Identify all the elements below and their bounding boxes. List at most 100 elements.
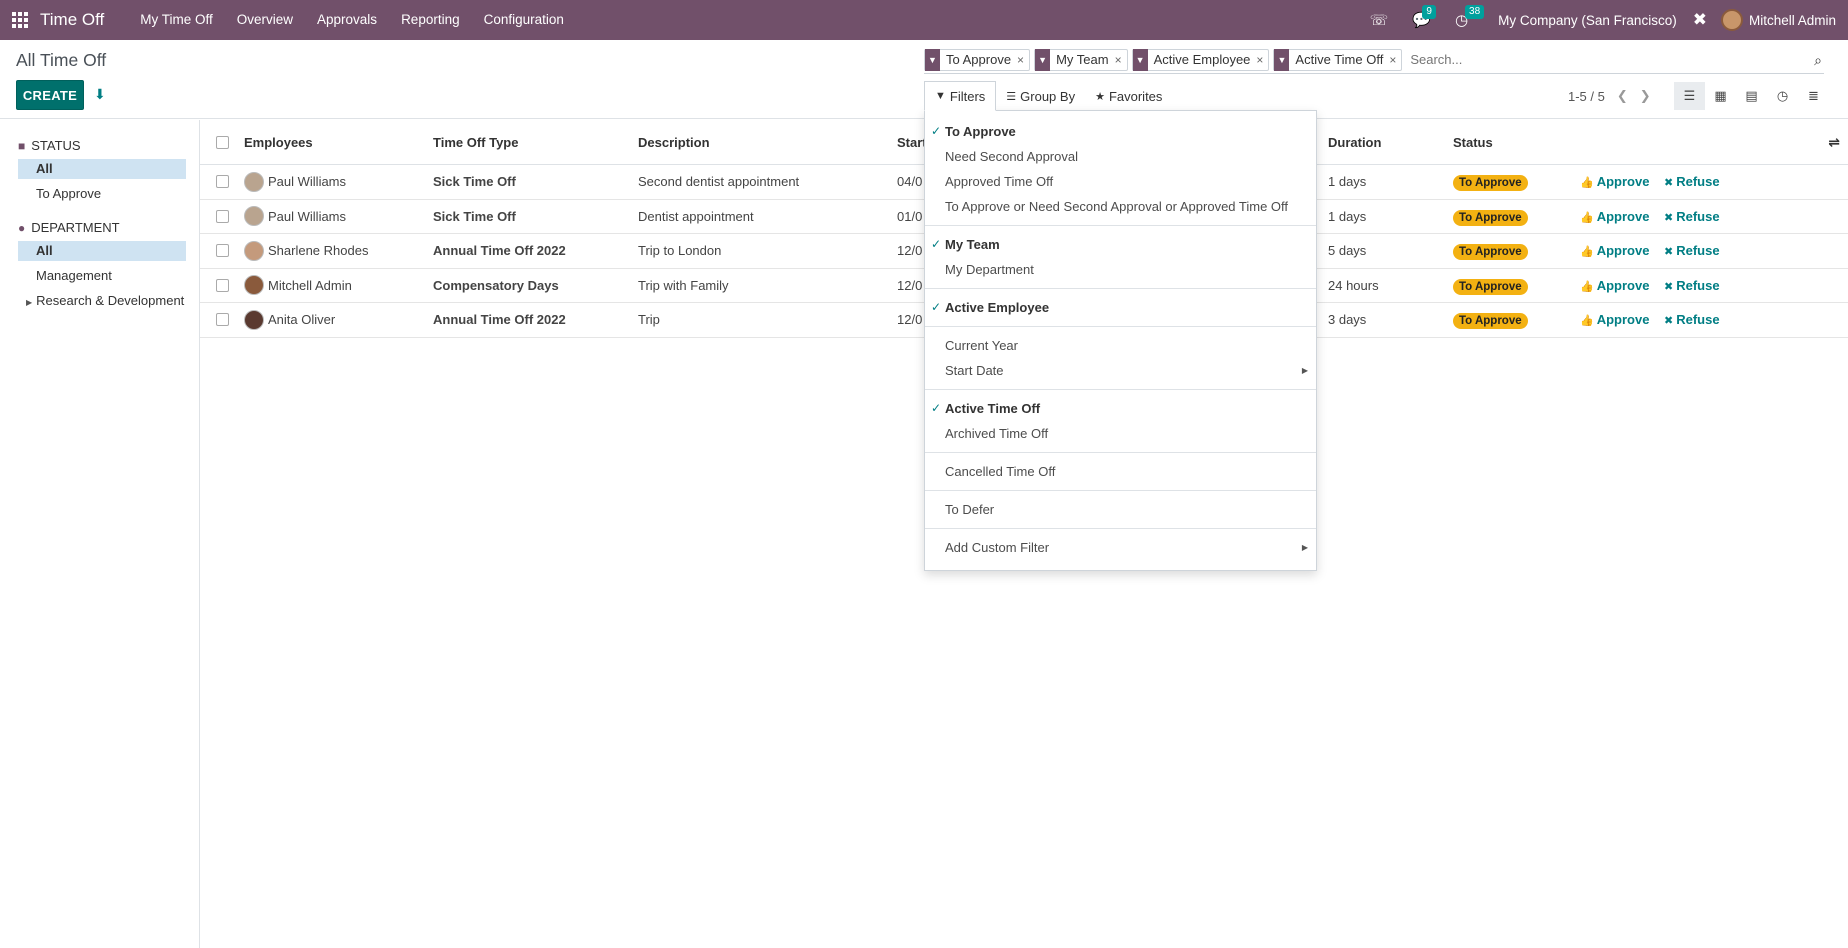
menu-configuration[interactable]: Configuration xyxy=(472,0,576,40)
search-icon[interactable]: ⌕ xyxy=(1814,52,1822,69)
avatar xyxy=(244,171,264,192)
remove-facet-icon[interactable]: × xyxy=(1115,53,1127,67)
remove-facet-icon[interactable]: × xyxy=(1389,53,1401,67)
filter-option-my-team[interactable]: ✓ My Team xyxy=(925,232,1316,257)
apps-menu-icon[interactable] xyxy=(2,0,38,40)
filters-toggle-button[interactable]: ▼ Filters xyxy=(924,81,997,111)
pager-next-icon[interactable]: ❯ xyxy=(1640,88,1651,104)
folder-icon: ■ xyxy=(18,138,26,153)
type-cell: Annual Time Off 2022 xyxy=(433,312,566,328)
sidebar-item-department-all[interactable]: All xyxy=(18,241,186,261)
filters-label: Filters xyxy=(949,88,986,104)
filter-icon: ▼ xyxy=(925,48,940,71)
filter-option-archived-time-off[interactable]: Archived Time Off xyxy=(925,421,1316,446)
column-time-off-type[interactable]: Time Off Type xyxy=(433,135,518,150)
employee-name: Mitchell Admin xyxy=(268,277,352,293)
caret-right-icon[interactable]: ▶ xyxy=(26,298,32,307)
search-input[interactable] xyxy=(1406,51,1824,68)
row-checkbox[interactable] xyxy=(216,244,229,258)
approve-label: Approve xyxy=(1596,243,1650,259)
row-checkbox[interactable] xyxy=(216,209,229,223)
add-custom-filter[interactable]: Add Custom Filter ▶ xyxy=(925,535,1316,560)
filter-option-cancelled-time-off[interactable]: Cancelled Time Off xyxy=(925,459,1316,484)
row-checkbox[interactable] xyxy=(216,313,229,327)
list-view-icon[interactable]: ☰ xyxy=(1674,82,1705,110)
activity-view-icon[interactable]: ◷ xyxy=(1767,82,1798,110)
company-switcher[interactable]: My Company (San Francisco) xyxy=(1498,13,1677,28)
create-button[interactable]: CREATE xyxy=(16,80,84,110)
employee-cell: Mitchell Admin xyxy=(244,275,352,296)
column-description[interactable]: Description xyxy=(638,135,710,150)
status-badge: To Approve xyxy=(1453,313,1528,330)
favorites-toggle-button[interactable]: ★ Favorites xyxy=(1085,81,1172,111)
approve-button[interactable]: 👍 Approve xyxy=(1580,243,1649,258)
debug-tools-icon[interactable]: ✖ xyxy=(1693,10,1707,30)
remove-facet-icon[interactable]: × xyxy=(1256,53,1268,67)
calendar-view-icon[interactable]: ▤ xyxy=(1736,82,1767,110)
messages-icon[interactable]: 💬 9 xyxy=(1412,4,1436,28)
approve-button[interactable]: 👍 Approve xyxy=(1580,278,1649,293)
sidebar-item-status-to-approve[interactable]: To Approve xyxy=(18,184,186,204)
pager-previous-icon[interactable]: ❮ xyxy=(1617,88,1628,104)
filter-option-active-employee[interactable]: ✓ Active Employee xyxy=(925,295,1316,320)
menu-my-time-off[interactable]: My Time Off xyxy=(128,0,225,40)
duration-cell: 1 days xyxy=(1328,208,1367,224)
employee-cell: Sharlene Rhodes xyxy=(244,240,369,261)
employee-cell: Paul Williams xyxy=(244,206,346,227)
description-cell: Dentist appointment xyxy=(638,208,754,224)
filter-option-start-date[interactable]: Start Date ▶ xyxy=(925,358,1316,383)
kanban-view-icon[interactable]: ▦ xyxy=(1705,82,1736,110)
refuse-button[interactable]: ✖ Refuse xyxy=(1664,243,1720,258)
gantt-view-icon[interactable]: ≣ xyxy=(1798,82,1829,110)
refuse-button[interactable]: ✖ Refuse xyxy=(1664,278,1720,293)
filter-option-to-approve[interactable]: ✓ To Approve xyxy=(925,119,1316,144)
activities-icon[interactable]: ◷ 38 xyxy=(1455,4,1485,28)
refuse-label: Refuse xyxy=(1676,174,1720,190)
status-badge: To Approve xyxy=(1453,244,1528,261)
phone-icon[interactable]: ☏ xyxy=(1370,13,1389,28)
column-status[interactable]: Status xyxy=(1453,135,1493,150)
approve-button[interactable]: 👍 Approve xyxy=(1580,312,1649,327)
filter-option-combined-approval[interactable]: To Approve or Need Second Approval or Ap… xyxy=(925,194,1316,219)
filter-option-my-department[interactable]: My Department xyxy=(925,257,1316,282)
refuse-button[interactable]: ✖ Refuse xyxy=(1664,312,1720,327)
menu-reporting[interactable]: Reporting xyxy=(389,0,472,40)
download-icon[interactable]: ⬇ xyxy=(94,86,106,103)
remove-facet-icon[interactable]: × xyxy=(1017,53,1029,67)
menu-approvals[interactable]: Approvals xyxy=(305,0,389,40)
refuse-button[interactable]: ✖ Refuse xyxy=(1664,209,1720,224)
facet-active-time-off: ▼ Active Time Off × xyxy=(1273,48,1403,71)
sidebar-item-department-management[interactable]: Management xyxy=(18,266,186,286)
check-icon: ✓ xyxy=(931,300,942,314)
pager-value[interactable]: 1-5 / 5 xyxy=(1568,89,1605,104)
avatar xyxy=(244,309,264,330)
department-label: Research & Development xyxy=(36,293,185,308)
row-checkbox[interactable] xyxy=(216,278,229,292)
filter-option-current-year[interactable]: Current Year xyxy=(925,333,1316,358)
filter-option-to-defer[interactable]: To Defer xyxy=(925,497,1316,522)
employee-name: Anita Oliver xyxy=(268,312,336,328)
approve-button[interactable]: 👍 Approve xyxy=(1580,174,1649,189)
filter-option-need-second-approval[interactable]: Need Second Approval xyxy=(925,144,1316,169)
duration-cell: 24 hours xyxy=(1328,277,1379,293)
app-brand[interactable]: Time Off xyxy=(40,10,104,30)
optional-columns-icon[interactable]: ⇌ xyxy=(1828,134,1840,151)
column-start-date[interactable]: Start xyxy=(897,135,927,150)
filter-option-active-time-off[interactable]: ✓ Active Time Off xyxy=(925,396,1316,421)
menu-overview[interactable]: Overview xyxy=(225,0,305,40)
column-employees[interactable]: Employees xyxy=(244,135,313,150)
filter-option-approved-time-off[interactable]: Approved Time Off xyxy=(925,169,1316,194)
user-avatar xyxy=(1720,9,1743,31)
approve-button[interactable]: 👍 Approve xyxy=(1580,209,1649,224)
user-menu[interactable]: Mitchell Admin xyxy=(1720,9,1836,31)
row-checkbox[interactable] xyxy=(216,175,229,189)
column-duration[interactable]: Duration xyxy=(1328,135,1381,150)
group-by-toggle-button[interactable]: ☰ Group By xyxy=(996,81,1085,111)
sidebar-item-department-research[interactable]: ▶ Research & Development xyxy=(18,291,186,311)
employee-name: Sharlene Rhodes xyxy=(268,243,369,259)
refuse-button[interactable]: ✖ Refuse xyxy=(1664,174,1720,189)
top-navbar: Time Off My Time Off Overview Approvals … xyxy=(0,0,1848,40)
sidebar-item-status-all[interactable]: All xyxy=(18,159,186,179)
select-all-checkbox[interactable] xyxy=(216,135,229,149)
employee-cell: Paul Williams xyxy=(244,171,346,192)
